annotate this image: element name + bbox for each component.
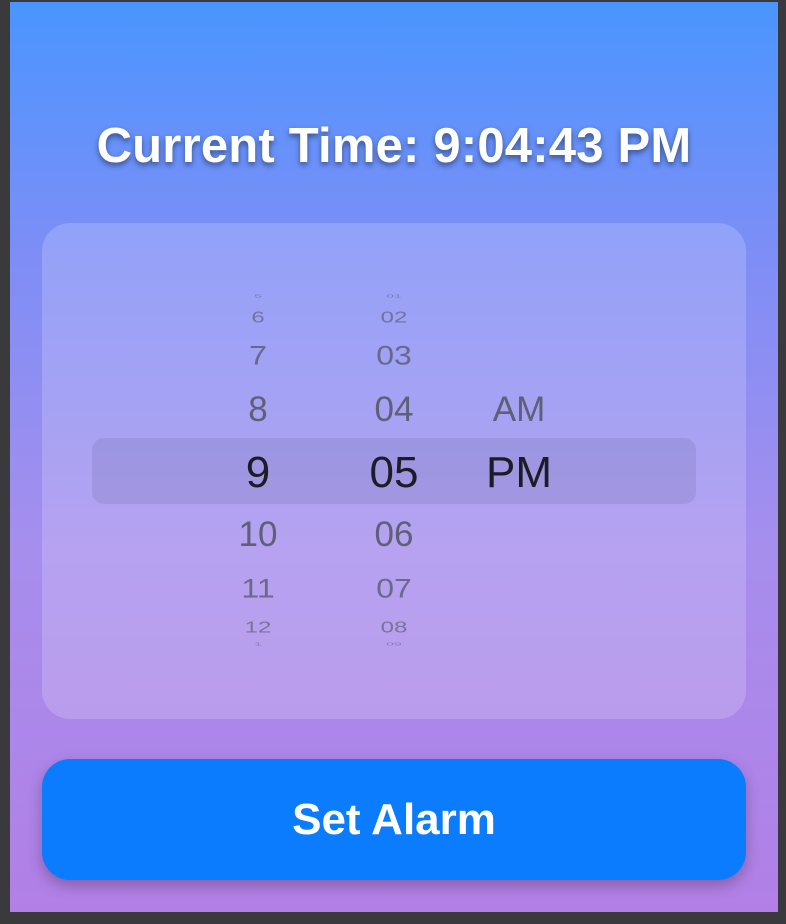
- set-alarm-button[interactable]: Set Alarm: [42, 759, 746, 880]
- hour-option[interactable]: 1: [213, 642, 303, 647]
- hour-option[interactable]: 7: [213, 341, 303, 368]
- hour-option[interactable]: 11: [213, 574, 303, 601]
- minute-option[interactable]: 08: [339, 620, 449, 636]
- hour-option[interactable]: 5: [213, 294, 303, 299]
- current-time-label: Current Time: 9:04:43 PM: [96, 119, 692, 173]
- minute-option[interactable]: 03: [339, 341, 449, 368]
- hour-option[interactable]: 12: [213, 620, 303, 636]
- minute-option[interactable]: 07: [339, 574, 449, 601]
- set-alarm-label: Set Alarm: [292, 795, 496, 844]
- time-picker[interactable]: 5 6 7 8 9 10 11 12 1 01 02 03 04 05 06 0…: [42, 223, 746, 719]
- period-option[interactable]: AM: [464, 392, 574, 427]
- alarm-screen: Current Time: 9:04:43 PM 5 6 7 8 9 10 11…: [10, 2, 778, 912]
- period-wheel[interactable]: AM PM: [464, 223, 574, 719]
- minute-option[interactable]: 09: [339, 642, 449, 647]
- minute-option[interactable]: 01: [339, 294, 449, 299]
- hour-option[interactable]: 10: [213, 517, 303, 552]
- minute-option-selected[interactable]: 05: [339, 451, 449, 495]
- minute-wheel[interactable]: 01 02 03 04 05 06 07 08 09: [339, 223, 449, 719]
- hour-option[interactable]: 8: [213, 392, 303, 427]
- hour-option[interactable]: 6: [213, 310, 303, 326]
- hour-option-selected[interactable]: 9: [213, 451, 303, 495]
- hour-wheel[interactable]: 5 6 7 8 9 10 11 12 1: [213, 223, 303, 719]
- minute-option[interactable]: 02: [339, 310, 449, 326]
- period-option-selected[interactable]: PM: [464, 451, 574, 495]
- minute-option[interactable]: 06: [339, 517, 449, 552]
- minute-option[interactable]: 04: [339, 392, 449, 427]
